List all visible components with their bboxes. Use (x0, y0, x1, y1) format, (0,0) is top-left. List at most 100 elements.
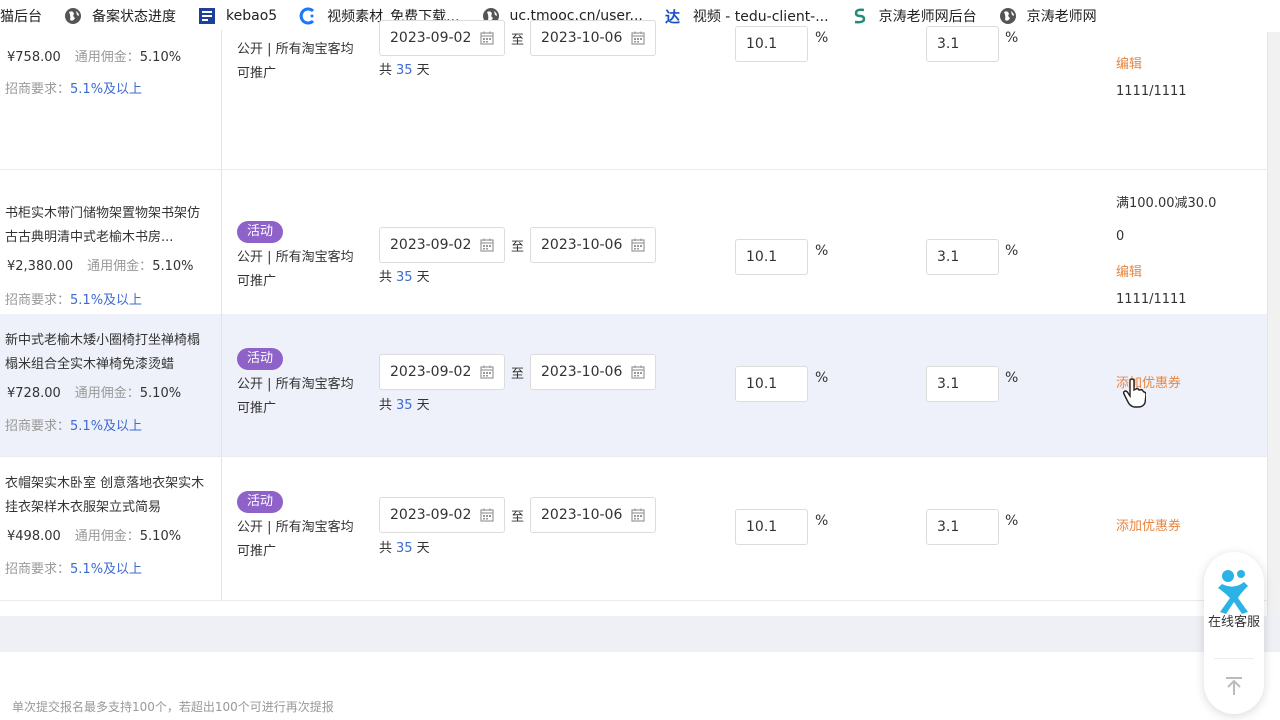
duration-prefix: 共 (379, 270, 393, 285)
product-price: ¥758.00 (7, 50, 61, 65)
end-date-value: 2023-10-06 (541, 507, 623, 523)
end-date-picker[interactable]: 2023-10-06 (530, 227, 656, 263)
coupon-count: 1111/1111 (1116, 84, 1187, 99)
duration-prefix: 共 (379, 398, 393, 413)
product-title[interactable]: 新中式老榆木矮小圈椅打坐禅椅榻榻米组合全实木禅椅免漆烫蜡 (5, 329, 210, 377)
hand-cursor-icon (1122, 378, 1146, 408)
coupon-info: 满100.00减30.0 (1116, 196, 1217, 211)
edit-link[interactable]: 编辑 (1116, 53, 1142, 72)
percent-sign: % (1005, 513, 1019, 529)
product-title[interactable]: 书柜实木带门储物架置物架书架仿古古典明清中式老榆木书房... (5, 202, 210, 250)
calendar-icon (480, 31, 494, 45)
calendar-icon (631, 31, 645, 45)
date-separator: 至 (511, 367, 525, 382)
requirement-value: 5.1%及以上 (70, 419, 143, 434)
product-price: ¥498.00 (7, 529, 61, 544)
calendar-icon (480, 238, 494, 252)
duration-prefix: 共 (379, 541, 393, 556)
date-separator: 至 (511, 240, 525, 255)
activity-tag: 活动 (237, 221, 283, 243)
globe-icon (64, 7, 82, 25)
bookmark-item[interactable]: 猫后台 (0, 0, 42, 32)
duration-days: 35 (396, 63, 413, 78)
commission-value: 5.10% (139, 50, 182, 65)
duration-prefix: 共 (379, 63, 393, 78)
bookmark-item[interactable]: kebao5 (198, 0, 277, 32)
start-date-picker[interactable]: 2023-09-02 (379, 20, 505, 56)
end-date-picker[interactable]: 2023-10-06 (530, 497, 656, 533)
start-date-value: 2023-09-02 (390, 237, 472, 253)
duration-text: 共 35 天 (379, 394, 430, 413)
s-logo-icon (851, 7, 869, 25)
requirement-value: 5.1%及以上 (70, 562, 143, 577)
edit-link[interactable]: 编辑 (1116, 261, 1142, 280)
coupon-count: 1111/1111 (1116, 292, 1187, 307)
duration-text: 共 35 天 (379, 266, 430, 285)
requirement-line: 招商要求：5.1%及以上 (5, 415, 142, 434)
date-separator: 至 (511, 33, 525, 48)
bookmark-label: 猫后台 (0, 9, 42, 25)
service-rate-input[interactable]: 3.1 (926, 366, 999, 402)
table-row: 衣帽架实木卧室 创意落地衣架实木挂衣架样木衣服架立式简易 ¥498.00 通用佣金：… (0, 457, 1267, 601)
commission-label: 通用佣金： (74, 529, 140, 544)
product-price-line: ¥2,380.00 通用佣金：5.10% (7, 255, 194, 274)
promotion-scope: 公开 | 所有淘宝客均可推广 (237, 520, 354, 559)
commission-rate-input[interactable]: 10.1 (735, 239, 808, 275)
customer-service-icon[interactable] (1214, 568, 1254, 614)
percent-sign: % (815, 513, 829, 529)
promotion-scope: 公开 | 所有淘宝客均可推广 (237, 42, 354, 81)
calendar-icon (631, 238, 645, 252)
coupon-info: 0 (1116, 229, 1125, 244)
calendar-icon (631, 508, 645, 522)
bookmark-label: 视频 - tedu-client-... (692, 9, 829, 25)
percent-sign: % (815, 30, 829, 46)
divider (1214, 658, 1254, 659)
percent-sign: % (1005, 243, 1019, 259)
commission-label: 通用佣金： (87, 259, 153, 274)
bookmark-label: 京涛老师网后台 (878, 9, 977, 25)
requirement-label: 招商要求： (5, 293, 71, 308)
requirement-label: 招商要求： (5, 562, 71, 577)
start-date-picker[interactable]: 2023-09-02 (379, 227, 505, 263)
product-price: ¥2,380.00 (7, 259, 74, 274)
promotion-scope: 公开 | 所有淘宝客均可推广 (237, 250, 354, 289)
commission-rate-input[interactable]: 10.1 (735, 509, 808, 545)
service-rate-input[interactable]: 3.1 (926, 509, 999, 545)
date-separator: 至 (511, 510, 525, 525)
commission-rate-input[interactable]: 10.1 (735, 26, 808, 62)
commission-value: 5.10% (139, 529, 182, 544)
product-title[interactable]: 衣帽架实木卧室 创意落地衣架实木挂衣架样木衣服架立式简易 (5, 472, 210, 520)
calendar-icon (480, 508, 494, 522)
start-date-picker[interactable]: 2023-09-02 (379, 497, 505, 533)
commission-label: 通用佣金： (74, 386, 140, 401)
end-date-picker[interactable]: 2023-10-06 (530, 354, 656, 390)
scrollbar-track[interactable] (1267, 32, 1280, 616)
duration-suffix: 天 (416, 270, 430, 285)
start-date-picker[interactable]: 2023-09-02 (379, 354, 505, 390)
bookmark-item[interactable]: 备案状态进度 (64, 0, 176, 32)
floating-service-panel: 在线客服 (1204, 552, 1264, 714)
service-label[interactable]: 在线客服 (1204, 615, 1264, 631)
start-date-value: 2023-09-02 (390, 30, 472, 46)
duration-days: 35 (396, 541, 413, 556)
duration-suffix: 天 (416, 541, 430, 556)
promotion-scope: 公开 | 所有淘宝客均可推广 (237, 377, 354, 416)
service-rate-input[interactable]: 3.1 (926, 239, 999, 275)
product-price-line: ¥758.00 通用佣金：5.10% (7, 46, 181, 65)
commission-rate-input[interactable]: 10.1 (735, 366, 808, 402)
end-date-value: 2023-10-06 (541, 30, 623, 46)
svg-text:达: 达 (665, 8, 680, 25)
end-date-picker[interactable]: 2023-10-06 (530, 20, 656, 56)
add-coupon-link[interactable]: 添加优惠券 (1116, 515, 1181, 534)
duration-days: 35 (396, 398, 413, 413)
percent-sign: % (815, 370, 829, 386)
service-rate-input[interactable]: 3.1 (926, 26, 999, 62)
requirement-value: 5.1%及以上 (70, 82, 143, 97)
duration-text: 共 35 天 (379, 59, 430, 78)
requirement-line: 招商要求：5.1%及以上 (5, 78, 142, 97)
duration-text: 共 35 天 (379, 537, 430, 556)
commission-value: 5.10% (139, 386, 182, 401)
main-content: ¥758.00 通用佣金：5.10% 招商要求：5.1%及以上 公开 | 所有淘宝客均… (0, 20, 1280, 720)
bookmark-item[interactable]: 京涛老师网 (999, 0, 1097, 32)
back-to-top-icon[interactable] (1224, 676, 1244, 696)
